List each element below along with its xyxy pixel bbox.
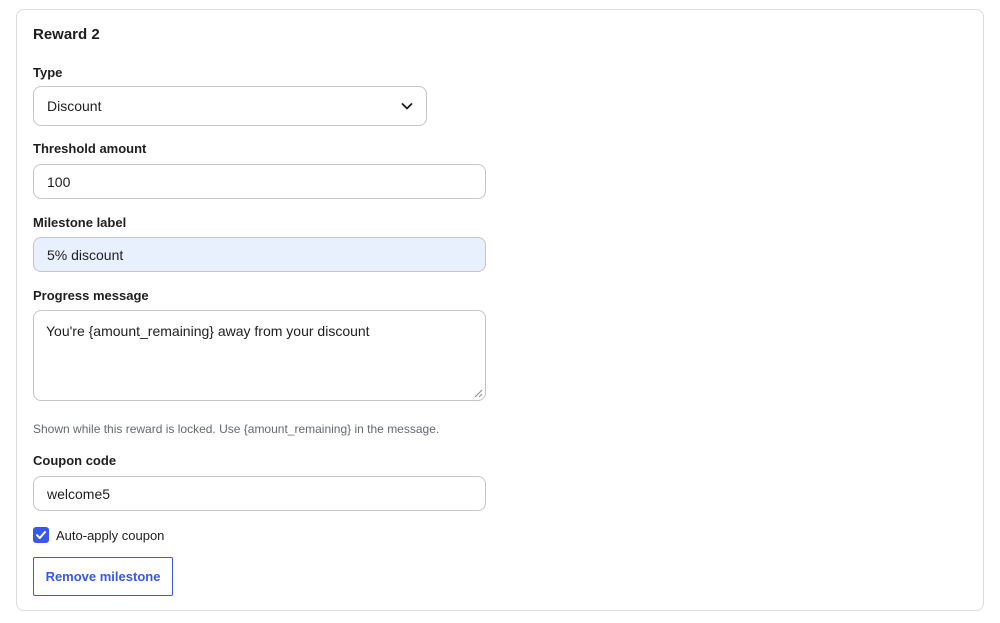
- milestone-label: Milestone label: [33, 215, 127, 230]
- type-label: Type: [33, 65, 63, 80]
- chevron-down-icon: [401, 103, 413, 110]
- auto-apply-checkbox[interactable]: [33, 527, 49, 543]
- progress-message-textarea[interactable]: You're {amount_remaining} away from your…: [33, 310, 486, 401]
- threshold-label: Threshold amount: [33, 141, 147, 156]
- auto-apply-label[interactable]: Auto-apply coupon: [56, 528, 164, 543]
- type-select[interactable]: Discount: [33, 86, 427, 126]
- reward-card: Reward 2 Type Discount Threshold amount …: [16, 9, 984, 611]
- coupon-value: welcome5: [47, 485, 111, 502]
- remove-milestone-button[interactable]: Remove milestone: [33, 557, 173, 596]
- threshold-input[interactable]: 100: [33, 164, 486, 199]
- reward-title: Reward 2: [33, 26, 100, 43]
- coupon-code-input[interactable]: welcome5: [33, 476, 486, 511]
- milestone-value: 5% discount: [47, 246, 124, 263]
- progress-help-text: Shown while this reward is locked. Use {…: [33, 422, 440, 436]
- progress-message-value: You're {amount_remaining} away from your…: [46, 323, 370, 339]
- type-select-value: Discount: [47, 98, 102, 114]
- checkmark-icon: [36, 531, 46, 539]
- coupon-label: Coupon code: [33, 453, 117, 468]
- progress-message-label: Progress message: [33, 288, 149, 303]
- resize-grip-icon[interactable]: [474, 389, 483, 398]
- threshold-value: 100: [47, 173, 71, 190]
- milestone-label-input[interactable]: 5% discount: [33, 237, 486, 272]
